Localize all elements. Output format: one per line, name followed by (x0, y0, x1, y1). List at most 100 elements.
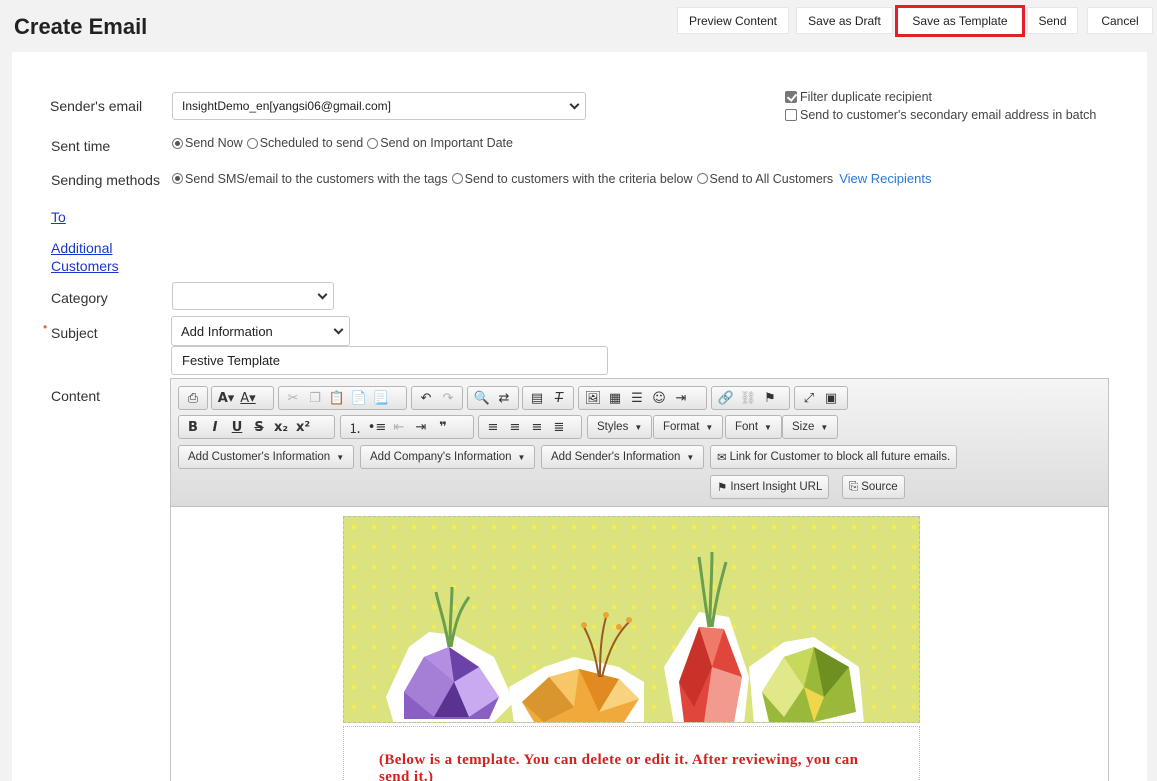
bold-icon[interactable]: B (182, 417, 204, 437)
dropdown-arrow-icon: ▼ (517, 452, 526, 462)
find-icon[interactable]: 🔍 (471, 388, 493, 408)
numbered-list-icon[interactable]: ⒈ (344, 417, 366, 437)
block-link-label: Link for Customer to block all future em… (729, 451, 951, 463)
image-icon[interactable]: 🖼 (582, 388, 604, 408)
underline-icon[interactable]: U (226, 417, 248, 437)
align-justify-icon[interactable]: ≣ (548, 417, 570, 437)
blockquote-icon[interactable]: ❞ (432, 417, 454, 437)
additional-customers-link-1[interactable]: Additional (51, 240, 113, 256)
page-title: Create Email (14, 14, 148, 39)
font-dropdown[interactable]: Font ▼ (725, 415, 782, 439)
outdent-icon[interactable]: ⇤ (388, 417, 410, 437)
send-button[interactable]: Send (1027, 7, 1078, 34)
add-company-info-button[interactable]: Add Company's Information ▼ (360, 445, 536, 469)
paste-word-icon[interactable]: 📃 (370, 388, 392, 408)
save-as-template-button[interactable]: Save as Template (895, 5, 1025, 37)
align-right-icon[interactable]: ≡ (526, 417, 548, 437)
unlink-icon[interactable]: ⛓ (737, 388, 759, 408)
important-date-radio[interactable] (367, 137, 379, 149)
send-now-option[interactable]: Send Now (172, 136, 243, 150)
save-as-draft-button[interactable]: Save as Draft (796, 7, 893, 34)
add-information-select[interactable]: Add Information (171, 316, 350, 346)
size-dropdown[interactable]: Size ▼ (782, 415, 839, 439)
anchor-flag-icon[interactable]: ⚑ (759, 388, 781, 408)
chevron-down-icon (333, 324, 344, 335)
sender-value: InsightDemo_en[yangsi06@gmail.com] (182, 99, 391, 113)
filter-duplicate-option[interactable]: Filter duplicate recipient (785, 90, 932, 104)
method-tags-option[interactable]: Send SMS/email to the customers with the… (172, 172, 448, 186)
form-panel: Sender's email InsightDemo_en[yangsi06@g… (12, 52, 1147, 781)
additional-customers-link-2[interactable]: Customers (51, 258, 119, 274)
send-now-radio[interactable] (172, 137, 183, 149)
preview-content-button[interactable]: Preview Content (677, 7, 789, 34)
method-tags-radio[interactable] (172, 173, 183, 184)
maximize-icon[interactable]: ⤢ (798, 388, 820, 408)
toolbar-group-preview: ⎙ (178, 386, 208, 410)
add-customer-info-button[interactable]: Add Customer's Information ▼ (178, 445, 355, 469)
block-link-button[interactable]: ✉ Link for Customer to block all future e… (710, 445, 958, 469)
link-icon[interactable]: 🔗 (715, 388, 737, 408)
subscript-icon[interactable]: x₂ (270, 417, 292, 437)
cancel-button[interactable]: Cancel (1087, 7, 1153, 34)
cut-icon[interactable]: ✂ (282, 388, 304, 408)
filter-duplicate-checkbox[interactable] (785, 91, 797, 103)
view-recipients-link[interactable]: View Recipients (839, 171, 931, 186)
strikethrough-icon[interactable]: S (248, 417, 270, 437)
align-center-icon[interactable]: ≡ (504, 417, 526, 437)
dropdown-arrow-icon: ▼ (820, 422, 829, 432)
method-criteria-radio[interactable] (451, 173, 463, 184)
method-all-radio[interactable] (696, 173, 708, 184)
dropdown-arrow-icon: ▼ (686, 452, 695, 462)
sent-time-label: Sent time (51, 138, 111, 154)
sender-select[interactable]: InsightDemo_en[yangsi06@gmail.com] (172, 92, 586, 120)
insight-url-label: Insert Insight URL (730, 481, 823, 493)
send-now-label: Send Now (185, 136, 243, 150)
method-criteria-option[interactable]: Send to customers with the criteria belo… (451, 172, 693, 186)
styles-dropdown[interactable]: Styles ▼ (587, 415, 653, 439)
method-tags-label: Send SMS/email to the customers with the… (185, 171, 448, 186)
add-sender-info-button[interactable]: Add Sender's Information ▼ (541, 445, 705, 469)
page-break-icon[interactable]: ⇥ (670, 388, 692, 408)
template-note-line-2: send it.) (379, 769, 434, 781)
background-color-icon[interactable]: A▾ (215, 388, 237, 408)
required-marker: • (43, 320, 48, 334)
dropdown-arrow-icon: ▼ (634, 422, 643, 432)
horizontal-line-icon[interactable]: ☰ (626, 388, 648, 408)
method-all-option[interactable]: Send to All Customers (696, 172, 833, 186)
format-dropdown[interactable]: Format ▼ (653, 415, 724, 439)
table-icon[interactable]: ▦ (604, 388, 626, 408)
important-date-option[interactable]: Send on Important Date (367, 136, 513, 150)
scheduled-option[interactable]: Scheduled to send (246, 136, 363, 150)
secondary-email-checkbox[interactable] (785, 109, 797, 121)
editor-content-area[interactable]: (Below is a template. You can delete or … (171, 508, 1108, 781)
show-blocks-icon[interactable]: ▣ (820, 388, 842, 408)
text-color-icon[interactable]: A▾ (237, 388, 259, 408)
scheduled-radio[interactable] (246, 137, 258, 149)
undo-icon[interactable]: ↶ (415, 388, 437, 408)
remove-format-icon[interactable]: T̶ (548, 388, 570, 408)
indent-icon[interactable]: ⇥ (410, 417, 432, 437)
paste-text-icon[interactable]: 📄 (348, 388, 370, 408)
sender-label: Sender's email (50, 98, 143, 114)
copy-icon[interactable]: ❐ (304, 388, 326, 408)
bulleted-list-icon[interactable]: •≡ (366, 417, 388, 437)
source-button[interactable]: ⎘ Source (842, 475, 905, 499)
replace-icon[interactable]: ⇄ (493, 388, 515, 408)
superscript-icon[interactable]: x² (292, 417, 314, 437)
festive-banner-image (343, 516, 920, 723)
paste-icon[interactable]: 📋 (326, 388, 348, 408)
insert-insight-url-button[interactable]: ⚑ Insert Insight URL (710, 475, 830, 499)
sending-methods-options: Send SMS/email to the customers with the… (172, 171, 931, 186)
subject-input[interactable]: Festive Template (171, 346, 608, 375)
secondary-email-option[interactable]: Send to customer's secondary email addre… (785, 108, 1096, 122)
category-select[interactable] (172, 282, 334, 310)
add-customer-info-label: Add Customer's Information (188, 451, 331, 463)
redo-icon[interactable]: ↷ (437, 388, 459, 408)
preview-icon[interactable]: ⎙ (182, 388, 204, 408)
editor-toolbar: ⎙ A▾ A▾ ✂ ❐ 📋 📄 📃 ↶ ↷ 🔍 ⇄ ▤ T̶ 🖼 ▦ ☰ ☺ ⇥… (171, 379, 1108, 507)
select-all-icon[interactable]: ▤ (526, 388, 548, 408)
italic-icon[interactable]: I (204, 417, 226, 437)
smiley-icon[interactable]: ☺ (648, 388, 670, 408)
align-left-icon[interactable]: ≡ (482, 417, 504, 437)
to-link[interactable]: To (51, 209, 66, 225)
